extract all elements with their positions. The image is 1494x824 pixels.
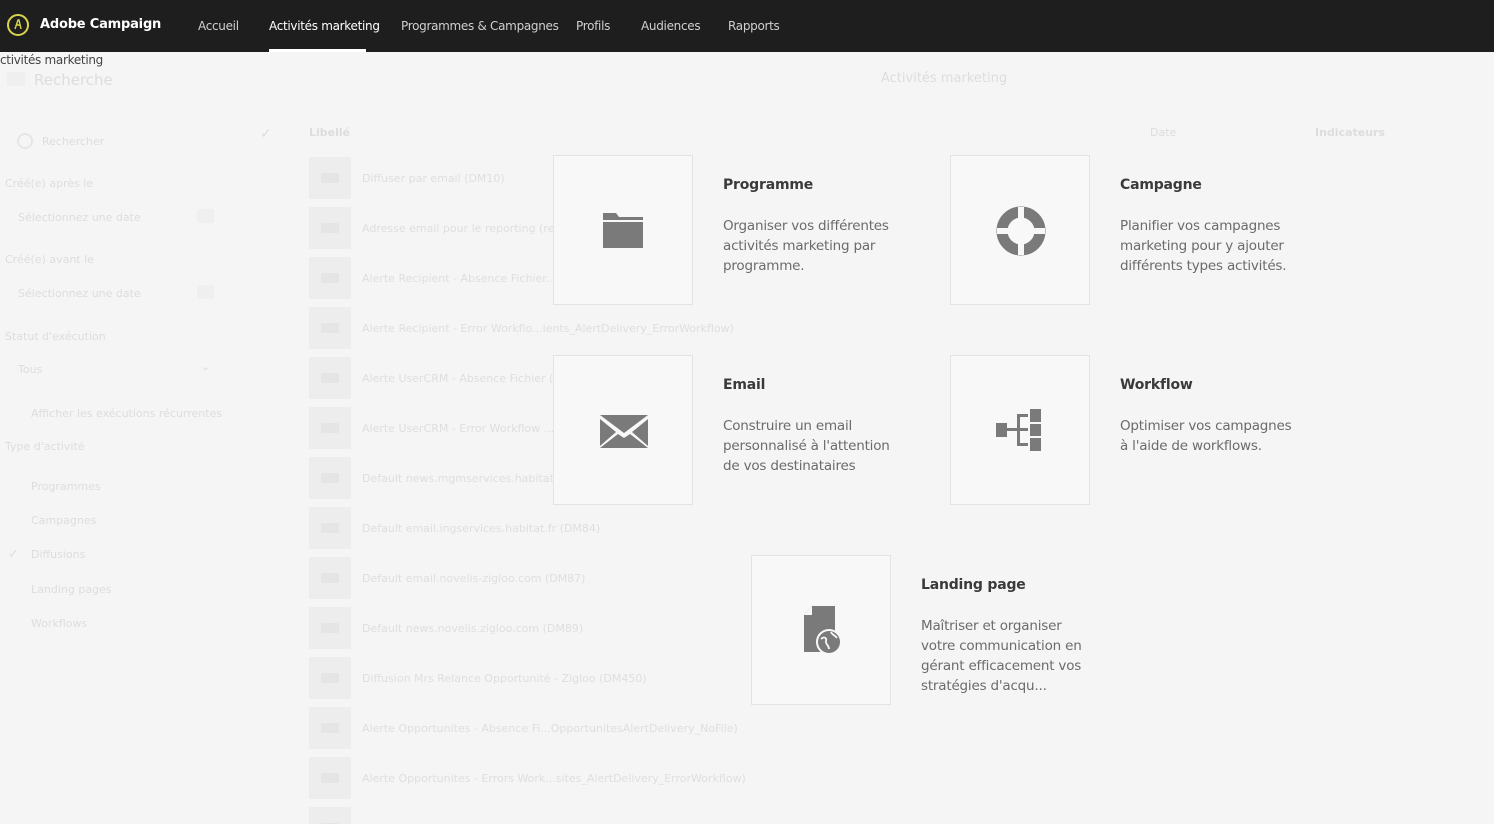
- campagne-card[interactable]: [950, 155, 1090, 305]
- landing-page-title[interactable]: Landing page: [921, 577, 1026, 593]
- campagne-title[interactable]: Campagne: [1120, 177, 1202, 193]
- workflow-title[interactable]: Workflow: [1120, 377, 1193, 393]
- brand-name[interactable]: Adobe Campaign: [40, 17, 161, 32]
- email-description: Construire un email personnalisé à l'att…: [723, 418, 890, 474]
- adobe-campaign-logo-icon[interactable]: [7, 14, 29, 36]
- email-title[interactable]: Email: [723, 377, 765, 393]
- nav-profils[interactable]: Profils: [576, 19, 610, 33]
- page-breadcrumb: ctivités marketing: [0, 53, 103, 67]
- email-card[interactable]: [553, 355, 693, 505]
- nav-programmes-campagnes[interactable]: Programmes & Campagnes: [401, 19, 559, 33]
- nav-rapports[interactable]: Rapports: [728, 19, 780, 33]
- landing-page-card[interactable]: [751, 555, 891, 705]
- top-bar: Adobe Campaign Accueil Activités marketi…: [0, 0, 1494, 52]
- workflow-icon: [996, 409, 1041, 451]
- workflow-description: Optimiser vos campagnes à l'aide de work…: [1120, 418, 1292, 454]
- programme-card[interactable]: [553, 155, 693, 305]
- workflow-card[interactable]: [950, 355, 1090, 505]
- folder-icon: [603, 213, 643, 248]
- landing-page-icon: [804, 606, 842, 655]
- programme-description: Organiser vos différentes activités mark…: [723, 218, 889, 274]
- envelope-icon: [600, 415, 648, 448]
- landing-page-description: Maîtriser et organiser votre communicati…: [921, 618, 1082, 694]
- campagne-description: Planifier vos campagnes marketing pour y…: [1120, 218, 1287, 274]
- nav-accueil[interactable]: Accueil: [198, 19, 239, 33]
- nav-audiences[interactable]: Audiences: [641, 19, 701, 33]
- lifebuoy-icon: [996, 206, 1046, 256]
- nav-activites-marketing[interactable]: Activités marketing: [269, 19, 380, 33]
- programme-title[interactable]: Programme: [723, 177, 813, 193]
